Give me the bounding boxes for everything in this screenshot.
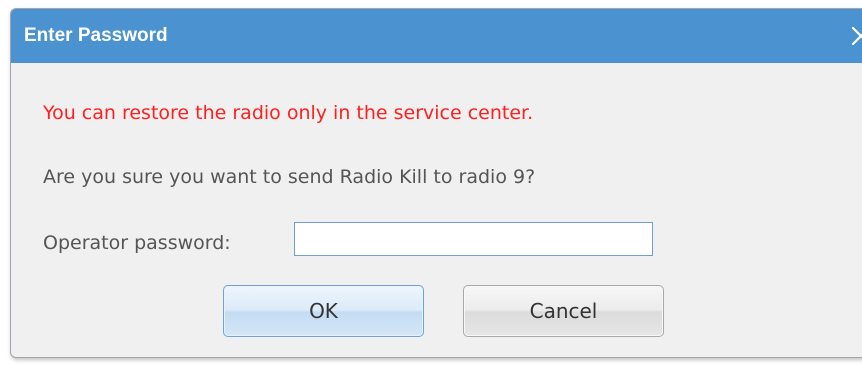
enter-password-dialog: Enter Password You can restore the radio…: [10, 8, 862, 358]
operator-password-input[interactable]: [294, 222, 653, 256]
operator-password-label: Operator password:: [43, 232, 231, 254]
ok-button[interactable]: OK: [223, 285, 424, 337]
close-icon[interactable]: [847, 22, 862, 50]
confirmation-question: Are you sure you want to send Radio Kill…: [43, 166, 536, 188]
cancel-button-label: Cancel: [529, 299, 598, 323]
ok-button-label: OK: [309, 299, 338, 323]
dialog-titlebar[interactable]: Enter Password: [11, 9, 862, 63]
cancel-button[interactable]: Cancel: [463, 285, 664, 337]
warning-message: You can restore the radio only in the se…: [43, 102, 534, 124]
dialog-title: Enter Password: [24, 25, 168, 46]
